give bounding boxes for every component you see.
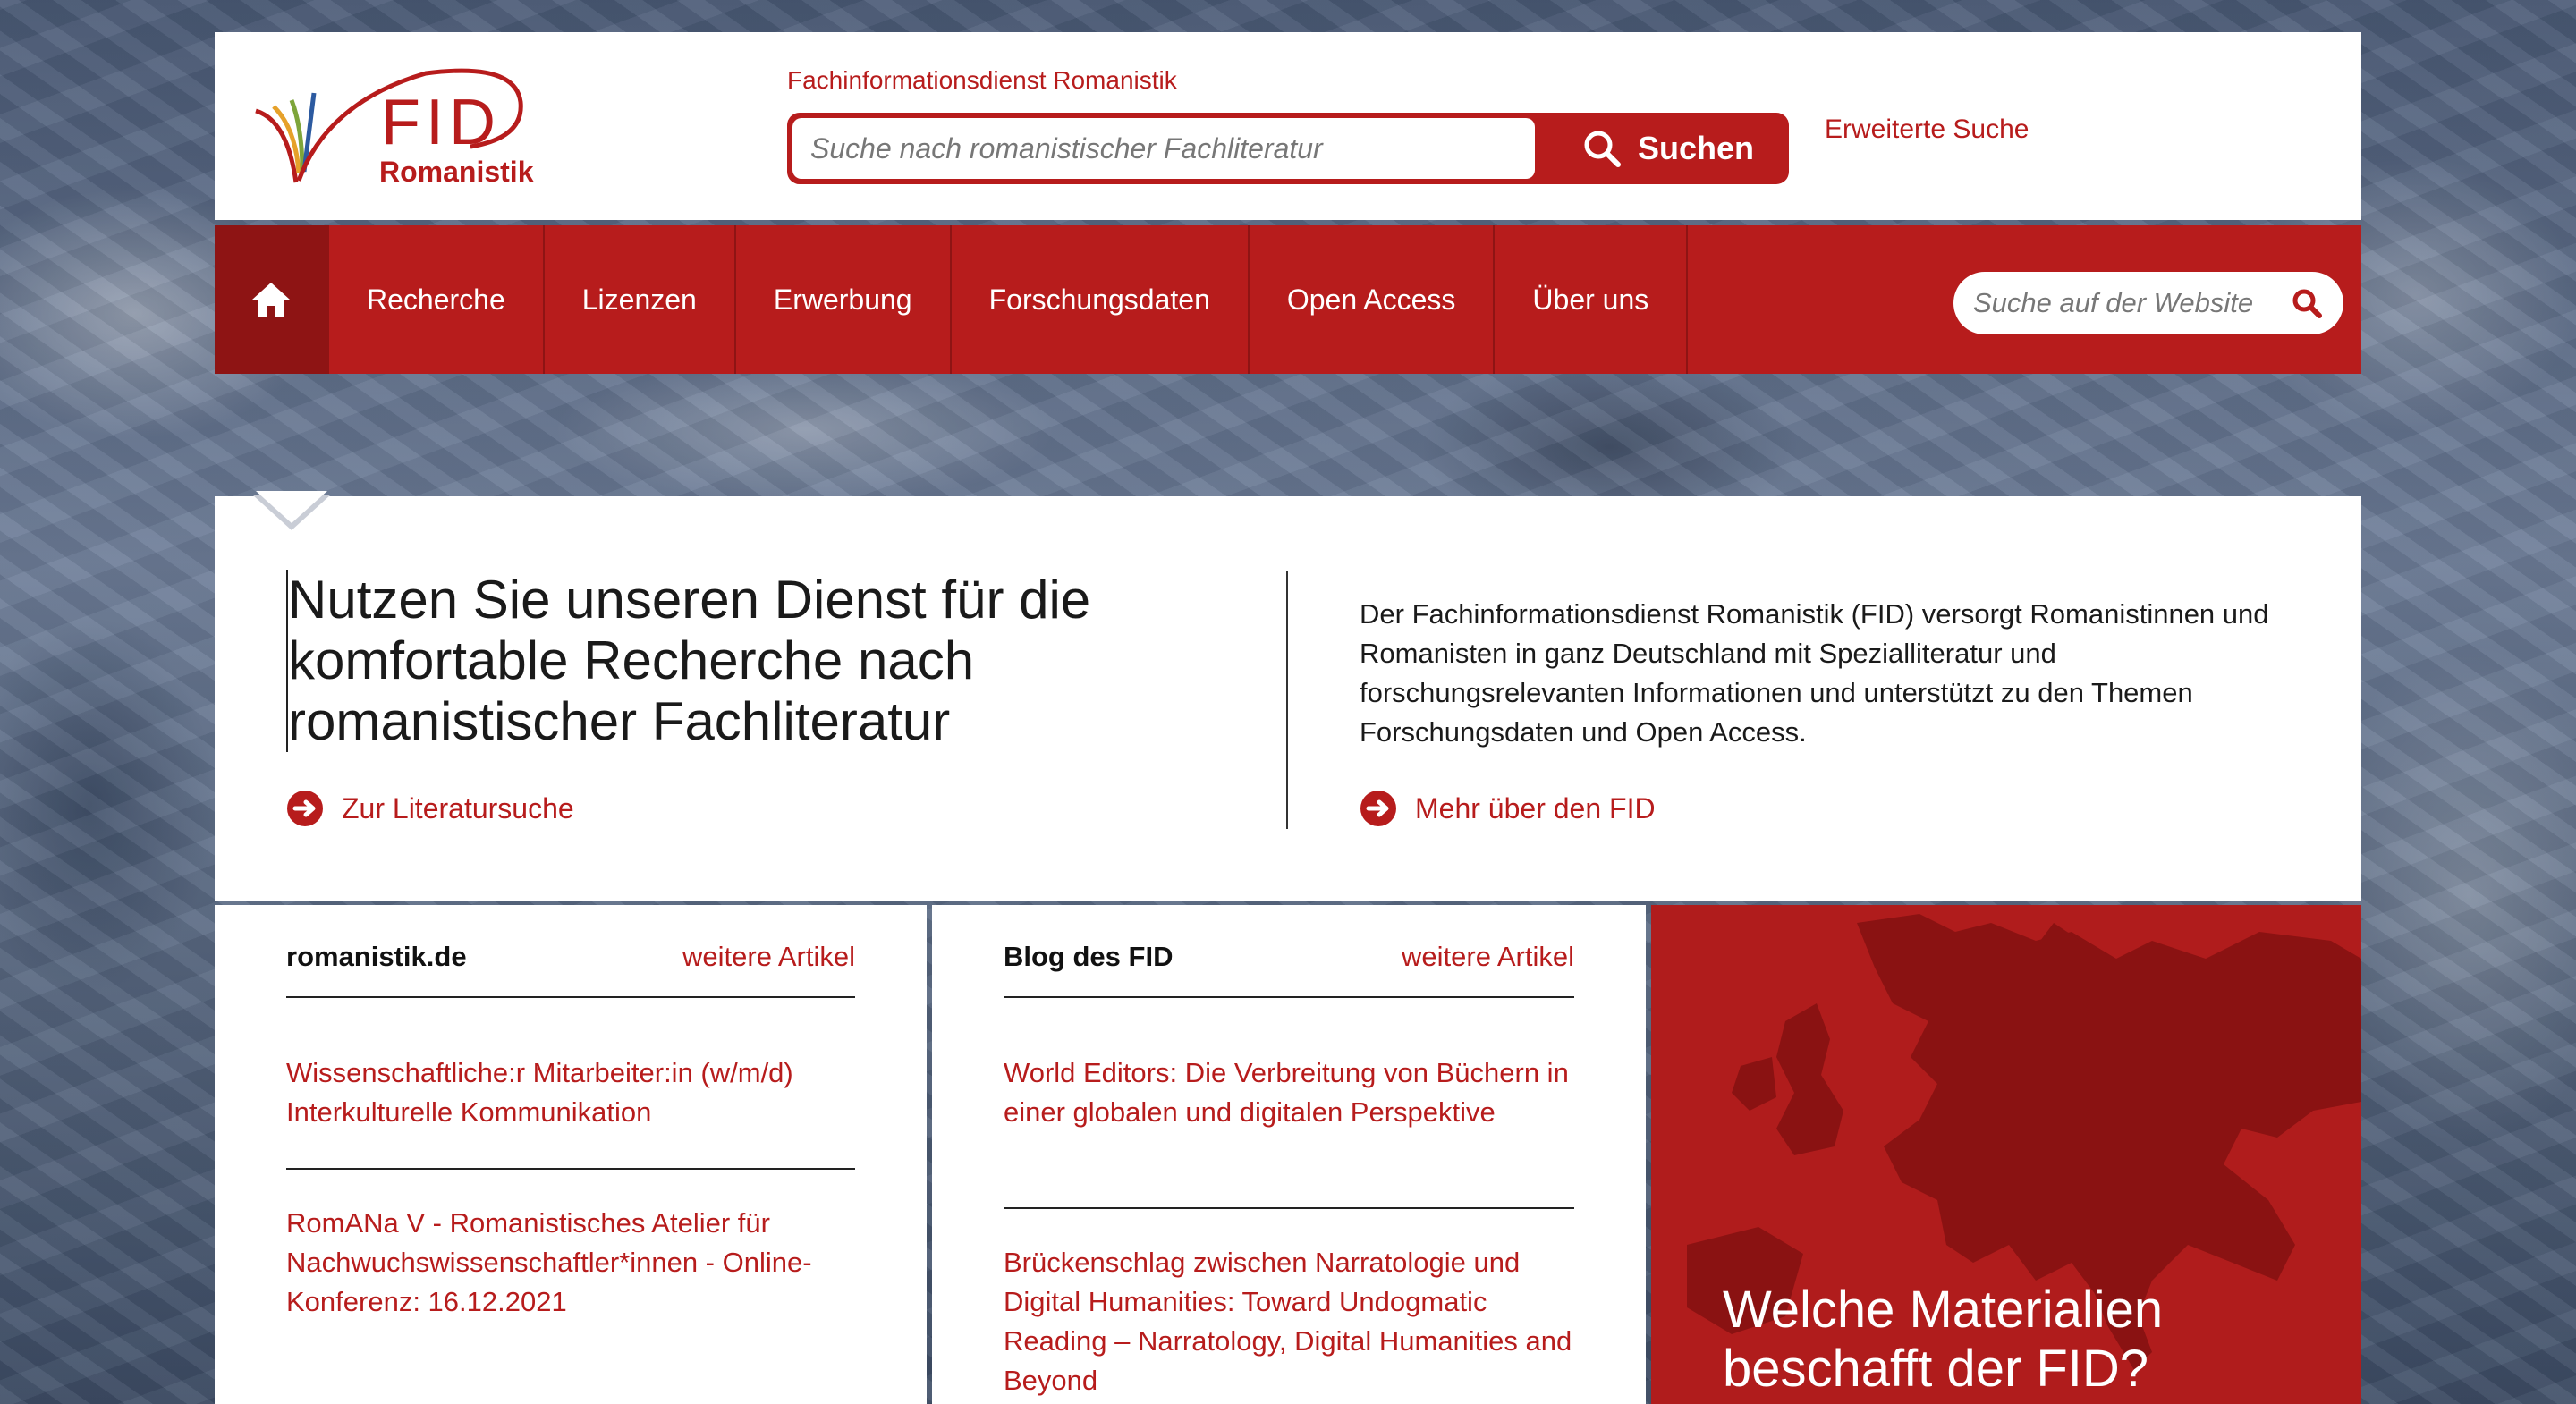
- promo-title: Welche Materialien beschafft der FID?: [1723, 1281, 2164, 1398]
- more-articles-link[interactable]: weitere Artikel: [1402, 941, 1574, 973]
- literature-search-link[interactable]: Zur Literatursuche: [286, 790, 574, 827]
- site-search-input[interactable]: [1971, 286, 2279, 320]
- literature-search-input[interactable]: [792, 118, 1535, 179]
- magnifier-icon: [1584, 131, 1621, 167]
- home-icon: [252, 283, 290, 317]
- nav-item-recherche[interactable]: Recherche: [329, 225, 545, 374]
- intro-description: Der Fachinformationsdienst Romanistik (F…: [1360, 598, 2269, 748]
- nav-item-forschungsdaten[interactable]: Forschungsdaten: [952, 225, 1250, 374]
- column-header: romanistik.de weitere Artikel: [286, 941, 855, 998]
- intro-heading: Nutzen Sie unseren Dienst für die komfor…: [286, 570, 1182, 752]
- advanced-search-link[interactable]: Erweiterte Suche: [1825, 114, 2029, 145]
- site-search-icon[interactable]: [2292, 288, 2322, 318]
- news-column-romanistik: romanistik.de weitere Artikel Wissenscha…: [215, 905, 927, 1404]
- main-navigation: Recherche Lizenzen Erwerbung Forschungsd…: [215, 225, 2361, 374]
- about-fid-link[interactable]: Mehr über den FID: [1360, 790, 1656, 827]
- service-title: Fachinformationsdienst Romanistik: [787, 66, 1177, 94]
- article-separator: [1004, 1207, 1574, 1209]
- article-link[interactable]: Wissenschaftliche:r Mitarbeiter:in (w/m/…: [286, 1053, 855, 1132]
- arrow-circle-icon: [1360, 791, 1396, 826]
- article-link[interactable]: RomANa V - Romanistisches Atelier für Na…: [286, 1204, 855, 1322]
- nav-home[interactable]: [215, 225, 329, 374]
- materials-promo-tile[interactable]: Welche Materialien beschafft der FID?: [1651, 905, 2361, 1404]
- search-button-label: Suchen: [1637, 130, 1755, 166]
- fid-logo[interactable]: FID Romanistik: [247, 66, 533, 191]
- site-header: FID Romanistik Fachinformationsdienst Ro…: [215, 32, 2361, 220]
- column-title: Blog des FID: [1004, 941, 1174, 972]
- literature-search-form: Suche n: [787, 113, 1789, 184]
- column-title: romanistik.de: [286, 941, 467, 972]
- search-button[interactable]: Suchen: [1547, 113, 1789, 184]
- intro-panel: Nutzen Sie unseren Dienst für die komfor…: [215, 491, 2361, 901]
- logo-fid-text: FID: [381, 87, 501, 158]
- more-articles-link[interactable]: weitere Artikel: [682, 941, 855, 973]
- article-separator: [286, 1168, 855, 1170]
- nav-item-ueber-uns[interactable]: Über uns: [1495, 225, 1689, 374]
- column-header: Blog des FID weitere Artikel: [1004, 941, 1574, 998]
- about-fid-link-label: Mehr über den FID: [1415, 791, 1656, 825]
- arrow-circle-icon: [287, 791, 323, 826]
- intro-notch: [252, 491, 331, 530]
- nav-item-erwerbung[interactable]: Erwerbung: [736, 225, 952, 374]
- nav-item-lizenzen[interactable]: Lizenzen: [545, 225, 736, 374]
- literature-search-link-label: Zur Literatursuche: [342, 791, 574, 825]
- nav-item-open-access[interactable]: Open Access: [1250, 225, 1496, 374]
- logo-romanistik-text: Romanistik: [379, 156, 534, 188]
- article-link[interactable]: World Editors: Die Verbreitung von Büche…: [1004, 1053, 1574, 1132]
- intro-divider: [1286, 571, 1288, 829]
- site-search: [1953, 272, 2343, 334]
- article-link[interactable]: Brückenschlag zwischen Narratologie und …: [1004, 1243, 1574, 1400]
- news-column-blog: Blog des FID weitere Artikel World Edito…: [932, 905, 1646, 1404]
